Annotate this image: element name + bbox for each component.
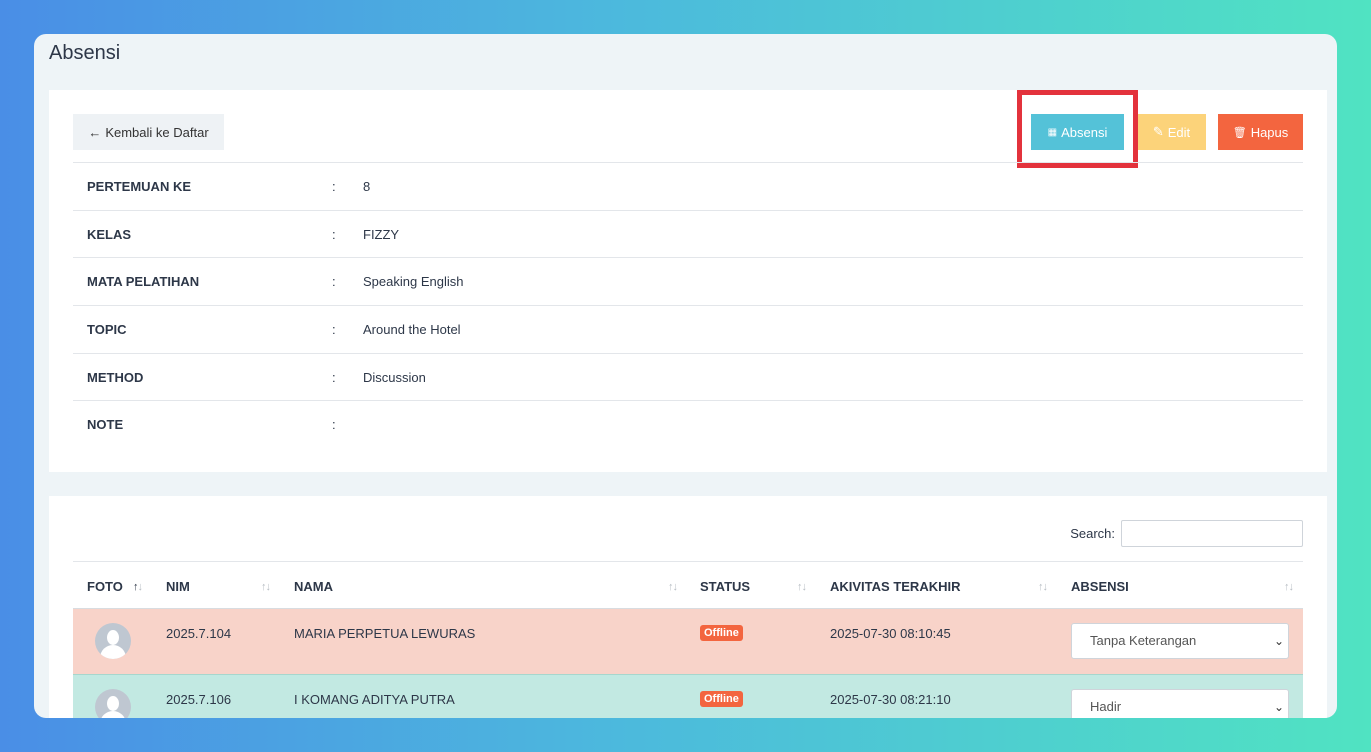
avatar [95, 623, 131, 659]
detail-label: KELAS [87, 227, 132, 242]
table-header: FOTO ↑↓ NIM ↑↓ NAMA ↑↓ STATUS ↑↓ AKIVITA… [73, 561, 1303, 609]
cell-nama: MARIA PERPETUA LEWURAS [294, 626, 476, 641]
page-title: Absensi [49, 42, 121, 64]
detail-value: FIZZY [363, 227, 400, 242]
chevron-down-icon: ⌄ [1273, 700, 1284, 714]
detail-value: Speaking English [363, 274, 464, 289]
detail-label: METHOD [87, 370, 144, 385]
chevron-down-icon: ⌄ [1273, 634, 1284, 648]
table-search: Search: [1070, 520, 1303, 547]
detail-value: 8 [363, 179, 371, 194]
search-input[interactable] [1121, 520, 1303, 547]
app-window: Absensi ← Kembali ke Daftar ▦ Absensi ✎ … [34, 34, 1337, 718]
absensi-button[interactable]: ▦ Absensi [1031, 114, 1124, 150]
detail-row-method: METHOD : Discussion [73, 353, 1303, 401]
cell-aktivitas: 2025-07-30 08:10:45 [830, 626, 951, 641]
detail-row-kelas: KELAS : FIZZY [73, 210, 1303, 258]
detail-row-note: NOTE : [73, 400, 1303, 448]
detail-separator: : [332, 370, 336, 385]
detail-label: PERTEMUAN KE [87, 179, 192, 194]
detail-separator: : [332, 179, 336, 194]
column-header-foto[interactable]: FOTO [87, 579, 123, 594]
detail-row-mata-pelatihan: MATA PELATIHAN : Speaking English [73, 257, 1303, 305]
sort-icon[interactable]: ↑↓ [261, 581, 271, 593]
detail-separator: : [332, 322, 336, 337]
delete-button[interactable]: 🗑 Hapus [1218, 114, 1303, 150]
sort-icon[interactable]: ↑↓ [668, 581, 678, 593]
edit-button[interactable]: ✎ Edit [1137, 114, 1206, 150]
table-row: 2025.7.104 MARIA PERPETUA LEWURAS Offlin… [73, 609, 1303, 674]
status-badge: Offline [700, 691, 743, 707]
meeting-detail-card: ← Kembali ke Daftar ▦ Absensi ✎ Edit 🗑 H… [49, 90, 1327, 472]
cell-nama: I KOMANG ADITYA PUTRA [294, 692, 455, 707]
avatar [95, 689, 131, 718]
absensi-select[interactable]: Tanpa Keterangan ⌄ [1071, 623, 1289, 659]
detail-label: MATA PELATIHAN [87, 274, 200, 289]
detail-row-pertemuan: PERTEMUAN KE : 8 [73, 162, 1303, 210]
attendance-table-card: Search: FOTO ↑↓ NIM ↑↓ NAMA ↑↓ STATUS ↑↓… [49, 496, 1327, 718]
detail-separator: : [332, 274, 336, 289]
delete-label: Hapus [1250, 124, 1289, 140]
pencil-icon: ✎ [1152, 124, 1164, 139]
column-header-aktivitas[interactable]: AKIVITAS TERAKHIR [830, 579, 960, 594]
detail-value: Discussion [363, 370, 426, 385]
qr-code-icon: ▦ [1047, 126, 1058, 138]
column-header-status[interactable]: STATUS [700, 579, 750, 594]
sort-asc-icon[interactable]: ↑↓ [133, 581, 143, 593]
back-to-list-button[interactable]: ← Kembali ke Daftar [73, 114, 224, 150]
detail-separator: : [332, 417, 336, 432]
detail-value: Around the Hotel [363, 322, 461, 337]
absensi-select-value: Tanpa Keterangan [1090, 633, 1197, 648]
trash-icon: 🗑 [1232, 126, 1247, 139]
absensi-select-value: Hadir [1090, 699, 1122, 714]
detail-label: TOPIC [87, 322, 127, 337]
sort-icon[interactable]: ↑↓ [1038, 581, 1048, 593]
cell-aktivitas: 2025-07-30 08:21:10 [830, 692, 951, 707]
column-header-nama[interactable]: NAMA [294, 579, 333, 594]
cell-nim: 2025.7.106 [166, 692, 232, 707]
detail-separator: : [332, 227, 336, 242]
sort-icon[interactable]: ↑↓ [1284, 581, 1294, 593]
table-row: 2025.7.106 I KOMANG ADITYA PUTRA Offline… [73, 674, 1303, 718]
cell-nim: 2025.7.104 [166, 626, 232, 641]
column-header-nim[interactable]: NIM [166, 579, 190, 594]
search-label: Search: [1070, 526, 1115, 541]
edit-label: Edit [1167, 124, 1191, 140]
status-badge: Offline [700, 625, 743, 641]
column-header-absensi[interactable]: ABSENSI [1071, 579, 1129, 594]
arrow-left-icon: ← [88, 124, 102, 140]
absensi-label: Absensi [1061, 124, 1108, 140]
absensi-select[interactable]: Hadir ⌄ [1071, 689, 1289, 718]
back-to-list-label: Kembali ke Daftar [105, 124, 209, 140]
detail-row-topic: TOPIC : Around the Hotel [73, 305, 1303, 353]
sort-icon[interactable]: ↑↓ [797, 581, 807, 593]
detail-label: NOTE [87, 417, 124, 432]
